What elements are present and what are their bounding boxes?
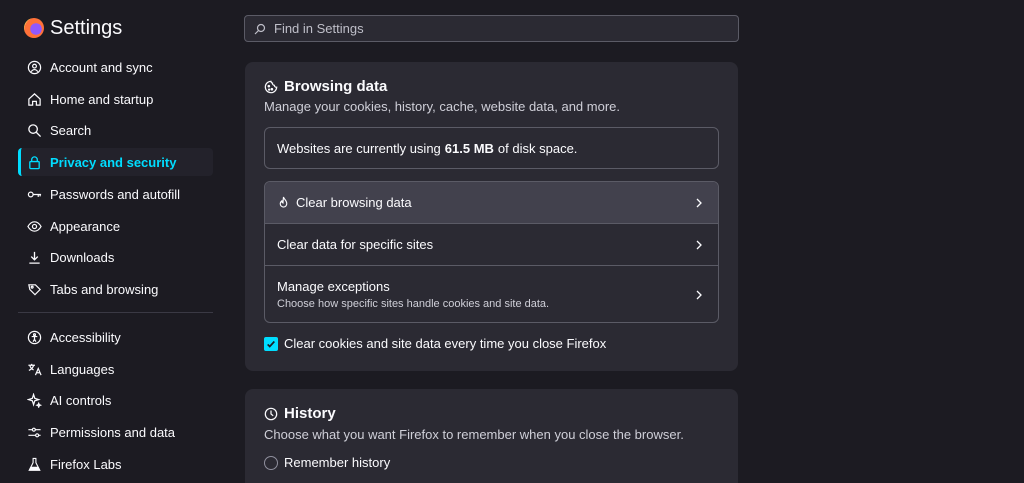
usage-value: 61.5 MB [444, 140, 494, 156]
sidebar-item-label: Home and startup [50, 91, 154, 107]
row-sublabel: Choose how specific sites handle cookies… [277, 298, 550, 310]
clock-icon [264, 407, 278, 420]
clear-browsing-data-row[interactable]: Clear browsing data [265, 182, 718, 223]
sidebar-item-passwords-and-autofill[interactable]: Passwords and autofill [18, 180, 213, 208]
brand: Settings [24, 16, 122, 40]
search-box[interactable] [244, 15, 739, 42]
clear-site-data-row[interactable]: Clear data for specific sites [265, 223, 718, 265]
search-input[interactable] [274, 21, 714, 36]
checkmark-icon [267, 340, 275, 348]
browsing-data-actions: Clear browsing data Clear data for speci… [264, 181, 719, 323]
sidebar-item-label: Languages [50, 361, 115, 377]
sidebar-item-label: Search [50, 122, 92, 138]
sparkle-icon [26, 392, 42, 408]
sidebar-item-languages[interactable]: Languages [18, 355, 213, 383]
section-title: History [284, 405, 336, 422]
eye-icon [26, 218, 42, 234]
sidebar-item-permissions-and-data[interactable]: Permissions and data [18, 418, 213, 446]
account-icon [26, 59, 42, 75]
firefox-logo-icon [24, 18, 44, 38]
checkbox-label: Clear cookies and site data every time y… [284, 336, 607, 351]
sidebar-item-appearance[interactable]: Appearance [18, 212, 213, 240]
sidebar-item-label: Permissions and data [50, 424, 176, 440]
manage-exceptions-row[interactable]: Manage exceptions Choose how specific si… [265, 265, 718, 322]
chevron-right-icon [696, 290, 702, 300]
key-icon [26, 186, 42, 202]
remember-history-radio[interactable] [264, 455, 278, 470]
chevron-right-icon [696, 198, 702, 207]
clear-on-close-option[interactable]: Clear cookies and site data every time y… [264, 336, 606, 351]
download-icon [26, 249, 42, 265]
sidebar-item-downloads[interactable]: Downloads [18, 243, 213, 271]
sidebar-item-label: Firefox Labs [50, 456, 122, 472]
browsing-data-header: Browsing data [264, 78, 387, 95]
row-label: Manage exceptions [277, 279, 390, 294]
section-description: Choose what you want Firefox to remember… [264, 427, 684, 442]
usage-suffix: of disk space. [497, 140, 578, 156]
lock-icon [26, 154, 42, 170]
row-label: Clear browsing data [296, 195, 412, 210]
sidebar-item-firefox-labs[interactable]: Firefox Labs [18, 450, 213, 478]
sidebar-item-account-and-sync[interactable]: Account and sync [18, 53, 213, 81]
sidebar-item-label: Privacy and security [50, 154, 177, 170]
sidebar-divider [18, 312, 213, 313]
remember-history-option[interactable]: Remember history [264, 455, 390, 470]
sidebar-item-label: Account and sync [50, 59, 153, 75]
row-label: Clear data for specific sites [277, 237, 434, 252]
disk-usage-box: Websites are currently using 61.5 MB of … [264, 127, 719, 169]
fire-icon [279, 196, 288, 208]
sidebar-item-ai-controls[interactable]: AI controls [18, 386, 213, 414]
accessibility-icon [26, 329, 42, 345]
sidebar-item-search[interactable]: Search [18, 116, 213, 144]
sidebar-item-label: Passwords and autofill [50, 186, 181, 202]
page-title: Settings [50, 16, 123, 39]
sliders-icon [26, 424, 42, 440]
radio-label: Remember history [284, 455, 391, 470]
home-icon [26, 91, 42, 107]
sidebar-item-accessibility[interactable]: Accessibility [18, 323, 213, 351]
usage-prefix: Websites are currently using [277, 140, 441, 156]
history-header: History [264, 405, 336, 422]
sidebar-item-home-and-startup[interactable]: Home and startup [18, 85, 213, 113]
sidebar-item-label: Appearance [50, 218, 121, 234]
search-icon [26, 122, 42, 138]
cookie-icon [264, 80, 278, 93]
clear-on-close-checkbox[interactable] [264, 336, 278, 351]
history-section: History Choose what you want Firefox to … [245, 389, 738, 483]
chevron-right-icon [696, 240, 702, 249]
section-description: Manage your cookies, history, cache, web… [264, 99, 621, 114]
sidebar: Settings Account and sync Home and start… [0, 0, 230, 483]
translate-icon [26, 361, 42, 377]
sidebar-item-label: AI controls [50, 392, 112, 408]
sidebar-item-privacy-and-security[interactable]: Privacy and security [18, 148, 213, 176]
tab-icon [26, 281, 42, 297]
sidebar-item-label: Downloads [50, 249, 115, 265]
sidebar-item-tabs-and-browsing[interactable]: Tabs and browsing [18, 275, 213, 303]
flask-icon [26, 456, 42, 472]
sidebar-item-label: Tabs and browsing [50, 281, 159, 297]
browsing-data-section: Browsing data Manage your cookies, histo… [245, 62, 738, 371]
section-title: Browsing data [284, 78, 388, 95]
sidebar-item-label: Accessibility [50, 329, 121, 345]
search-icon [254, 23, 266, 34]
